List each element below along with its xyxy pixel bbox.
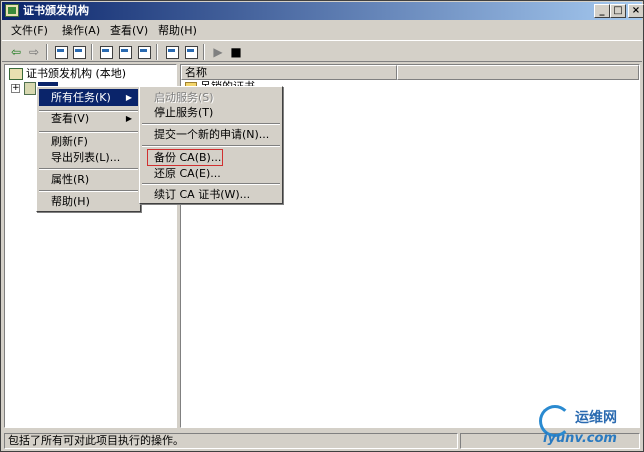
- column-header-name[interactable]: 名称: [181, 65, 397, 80]
- watermark: 运维网 iyunv.com: [537, 405, 643, 449]
- mmc-window: 证书颁发机构 _ □ × 文件(F) 操作(A) 查看(V) 帮助(H) ⇦ ⇨…: [0, 0, 644, 452]
- highlight-box: [147, 149, 223, 166]
- menu-separator: [39, 168, 138, 170]
- menu-file[interactable]: 文件(F): [11, 24, 48, 37]
- menu-item-label: 所有任务(K): [51, 91, 111, 104]
- list-header: 名称: [181, 65, 639, 80]
- menu-item-stop-service[interactable]: 停止服务(T): [142, 104, 280, 121]
- export-list-icon[interactable]: [136, 44, 152, 60]
- all-tasks-submenu: 启动服务(S) 停止服务(T) 提交一个新的申请(N)... 备份 CA(B).…: [139, 86, 283, 204]
- context-menu: 所有任务(K) ▶ 查看(V) ▶ 刷新(F) 导出列表(L)... 属性(R)…: [36, 86, 141, 212]
- column-header-blank[interactable]: [397, 65, 639, 80]
- toolbar: ⇦ ⇨ ▶ ■: [2, 40, 642, 62]
- action-pane-icon[interactable]: [183, 44, 199, 60]
- menu-item-label: 查看(V): [51, 112, 90, 125]
- help-icon[interactable]: [164, 44, 180, 60]
- menu-action[interactable]: 操作(A): [62, 24, 100, 37]
- submenu-arrow-icon: ▶: [125, 114, 132, 123]
- watermark-name: 运维网: [575, 410, 617, 426]
- menu-separator: [142, 123, 280, 125]
- window-title: 证书颁发机构: [23, 4, 89, 17]
- certificate-authority-icon: [9, 68, 23, 80]
- menu-separator: [142, 183, 280, 185]
- show-hide-tree-icon[interactable]: [71, 44, 87, 60]
- menu-item-export-list[interactable]: 导出列表(L)...: [39, 149, 138, 166]
- start-service-icon[interactable]: ▶: [210, 44, 226, 60]
- menu-help[interactable]: 帮助(H): [158, 24, 197, 37]
- menu-item-restore-ca[interactable]: 还原 CA(E)...: [142, 165, 280, 182]
- menu-item-properties[interactable]: 属性(R): [39, 171, 138, 188]
- menu-item-submit-request[interactable]: 提交一个新的申请(N)...: [142, 126, 280, 143]
- maximize-button[interactable]: □: [610, 4, 626, 18]
- toolbar-separator: [91, 44, 93, 60]
- title-bar[interactable]: 证书颁发机构 _ □ ×: [2, 2, 644, 20]
- tree-root-label[interactable]: 证书颁发机构 (本地): [26, 67, 126, 80]
- tree-expander[interactable]: +: [11, 84, 20, 93]
- certificate-authority-icon: [5, 4, 19, 17]
- menu-view[interactable]: 查看(V): [110, 24, 148, 37]
- watermark-url: iyunv.com: [543, 431, 617, 446]
- toolbar-separator: [203, 44, 205, 60]
- toolbar-separator: [156, 44, 158, 60]
- menu-item-refresh[interactable]: 刷新(F): [39, 133, 138, 150]
- menu-separator: [142, 145, 280, 147]
- ca-server-icon: [24, 82, 36, 95]
- menu-separator: [39, 190, 138, 192]
- forward-icon[interactable]: ⇨: [26, 44, 42, 60]
- submenu-arrow-icon: ▶: [125, 93, 132, 102]
- back-icon[interactable]: ⇦: [8, 44, 24, 60]
- menu-item-view[interactable]: 查看(V) ▶: [39, 110, 138, 127]
- properties-icon[interactable]: [98, 44, 114, 60]
- menu-item-all-tasks[interactable]: 所有任务(K) ▶: [39, 89, 138, 106]
- menu-bar: 文件(F) 操作(A) 查看(V) 帮助(H): [2, 21, 642, 39]
- stop-service-icon[interactable]: ■: [228, 44, 244, 60]
- refresh-icon[interactable]: [117, 44, 133, 60]
- minimize-button[interactable]: _: [594, 4, 610, 18]
- close-button[interactable]: ×: [628, 4, 644, 18]
- status-text: 包括了所有可对此项目执行的操作。: [4, 433, 458, 449]
- menu-item-help[interactable]: 帮助(H): [39, 193, 138, 210]
- up-folder-icon[interactable]: [53, 44, 69, 60]
- toolbar-separator: [46, 44, 48, 60]
- menu-item-renew-ca[interactable]: 续订 CA 证书(W)...: [142, 186, 280, 203]
